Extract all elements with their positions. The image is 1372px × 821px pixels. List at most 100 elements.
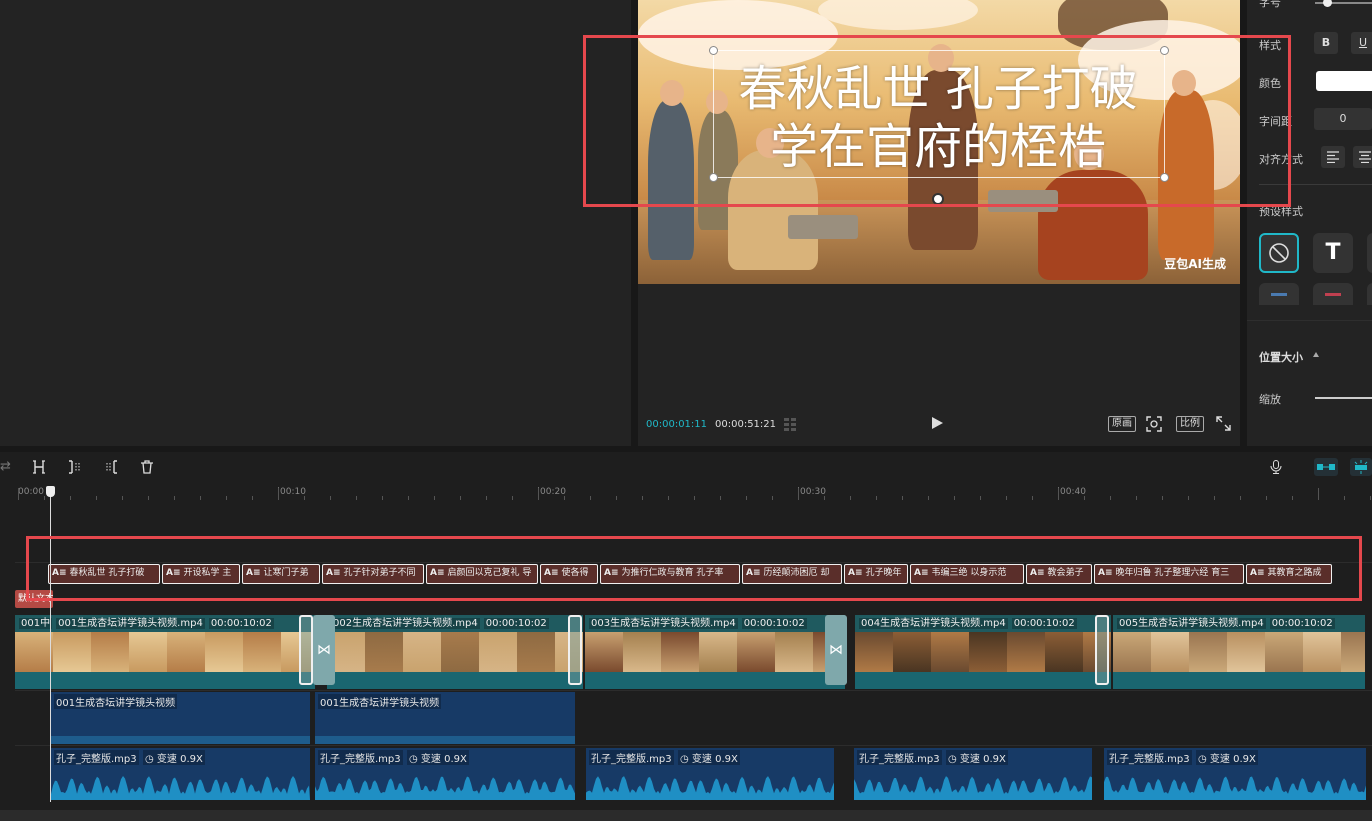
thumbnail-frame (91, 632, 129, 672)
preset-red-button[interactable] (1313, 283, 1353, 305)
video-clip-duration: 00:00:10:02 (208, 618, 274, 629)
linkage-icon[interactable] (1350, 458, 1372, 476)
preset-third-button[interactable] (1367, 233, 1372, 273)
split-right-icon[interactable] (104, 460, 118, 474)
playhead[interactable] (50, 486, 51, 802)
music-clip[interactable]: 孔子_完整版.mp3 ◷ 变速 0.9X (1104, 748, 1366, 800)
video-clip[interactable]: 003生成杏坛讲学镜头视频.mp4 00:00:10:02 (585, 615, 845, 689)
ruler-tick (1370, 496, 1371, 500)
underline-button[interactable]: U (1351, 32, 1372, 54)
ruler-tick (278, 488, 279, 500)
timeline-ruler[interactable]: 00:00 |00:10 |00:20 |00:30 |00:40 (0, 484, 1372, 502)
video-clip[interactable]: 004生成杏坛讲学镜头视频.mp4 00:00:10:02 (855, 615, 1111, 689)
video-audio-clip[interactable]: 001生成杏坛讲学镜头视频 (315, 692, 575, 744)
thumbnail-frame (479, 632, 517, 672)
ruler-tick (356, 496, 357, 500)
video-audio-clip[interactable]: 001生成杏坛讲学镜头视频 (51, 692, 310, 744)
timeline-scrollbar[interactable] (0, 810, 1372, 821)
total-time: 00:00:51:21 (715, 419, 777, 430)
transition-icon[interactable]: ⋈ (313, 615, 335, 685)
video-clip-audio-strip (1113, 672, 1365, 689)
delete-icon[interactable] (140, 460, 154, 474)
video-clip-duration: 00:00:10:02 (1269, 618, 1335, 629)
thumbnail-frame (855, 632, 893, 672)
video-clip-duration: 00:00:10:02 (741, 618, 807, 629)
video-clip-audio-strip (15, 672, 315, 689)
thumbnail-frame (517, 632, 555, 672)
thumbnail-frame (1151, 632, 1189, 672)
collapse-caret-icon[interactable] (1313, 352, 1319, 357)
thumbnail-frame (1189, 632, 1227, 672)
magnet-snap-icon[interactable] (1314, 458, 1338, 476)
ruler-tick (798, 488, 799, 500)
music-clip[interactable]: 孔子_完整版.mp3 ◷ 变速 0.9X (586, 748, 834, 800)
ruler-tick (1084, 496, 1085, 500)
ruler-tick (1058, 488, 1059, 500)
no-style-icon (1269, 243, 1289, 263)
play-icon[interactable] (932, 417, 943, 429)
fullscreen-fit-icon[interactable] (1146, 416, 1162, 432)
clip-trim-handle[interactable] (1095, 615, 1109, 685)
music-clip[interactable]: 孔子_完整版.mp3 ◷ 变速 0.9X (315, 748, 575, 800)
video-clip-header: 005生成杏坛讲学镜头视频.mp4 00:00:10:02 (1113, 615, 1365, 632)
undo-icon[interactable]: ⇄ (0, 460, 11, 474)
font-size-slider-knob[interactable] (1323, 0, 1332, 7)
ruler-tick (44, 496, 45, 500)
ruler-tick (252, 496, 253, 500)
position-size-label[interactable]: 位置大小 (1259, 349, 1303, 365)
ruler-tick (226, 496, 227, 500)
split-icon[interactable] (32, 460, 46, 474)
video-clip[interactable]: 001中 001生成杏坛讲学镜头视频.mp4 00:00:10:02 (15, 615, 315, 689)
thumbnail-frame (1303, 632, 1341, 672)
current-time: 00:00:01:11 (646, 419, 708, 430)
speed-badge: ◷ 变速 0.9X (678, 750, 740, 765)
original-quality-button[interactable]: 原画 (1108, 416, 1136, 432)
playhead-handle[interactable] (46, 486, 55, 497)
ruler-tick (382, 496, 383, 500)
aspect-ratio-button[interactable]: 比例 (1176, 416, 1204, 432)
highlight-box-captions (26, 536, 1362, 601)
ruler-tick (1006, 496, 1007, 500)
bold-button[interactable]: B (1314, 32, 1338, 54)
ruler-tick (876, 496, 877, 500)
music-clip[interactable]: 孔子_完整版.mp3 ◷ 变速 0.9X (51, 748, 310, 800)
video-clip-name: 003生成杏坛讲学镜头视频.mp4 (589, 618, 738, 629)
thumbnail-frame (1007, 632, 1045, 672)
letter-spacing-input[interactable]: 0 (1314, 108, 1372, 130)
player-controls: 00:00:01:11 00:00:51:21 原画 比例 (638, 410, 1240, 440)
expand-icon[interactable] (1216, 416, 1231, 431)
align-center-icon[interactable] (1353, 146, 1372, 168)
scale-label: 缩放 (1259, 393, 1281, 406)
audio-clip-name: 001生成杏坛讲学镜头视频 (318, 694, 442, 709)
scale-slider[interactable] (1315, 397, 1372, 399)
speed-badge: ◷ 变速 0.9X (946, 750, 1008, 765)
preset-none-button[interactable] (1259, 233, 1299, 273)
preset-blue-button[interactable] (1259, 283, 1299, 305)
split-left-icon[interactable] (68, 460, 82, 474)
clip-trim-handle[interactable] (299, 615, 313, 685)
microphone-icon[interactable] (1270, 460, 1282, 474)
ruler-tick (1136, 496, 1137, 500)
audio-waveform (315, 776, 575, 800)
clip-trim-handle[interactable] (568, 615, 582, 685)
thumbnail-frame (441, 632, 479, 672)
ruler-tick (512, 496, 513, 500)
ruler-tick (1240, 496, 1241, 500)
ruler-tick (148, 496, 149, 500)
preset-plain-button[interactable]: T (1313, 233, 1353, 273)
video-clip-header: 004生成杏坛讲学镜头视频.mp4 00:00:10:02 (855, 615, 1111, 632)
video-clip[interactable]: 005生成杏坛讲学镜头视频.mp4 00:00:10:02 (1113, 615, 1365, 689)
ruler-tick (1318, 488, 1319, 500)
ruler-tick (1162, 496, 1163, 500)
video-clip[interactable]: 002生成杏坛讲学镜头视频.mp4 00:00:10:02 (327, 615, 583, 689)
color-swatch[interactable] (1316, 71, 1372, 91)
ruler-tick (668, 496, 669, 500)
ruler-tick (928, 496, 929, 500)
timecode-grid-icon[interactable] (784, 418, 804, 432)
music-clip[interactable]: 孔子_完整版.mp3 ◷ 变速 0.9X (854, 748, 1092, 800)
audio-waveform (586, 776, 834, 800)
thumbnail-frame (53, 632, 91, 672)
transition-icon[interactable]: ⋈ (825, 615, 847, 685)
thumbnail-frame (365, 632, 403, 672)
align-left-icon[interactable] (1321, 146, 1345, 168)
